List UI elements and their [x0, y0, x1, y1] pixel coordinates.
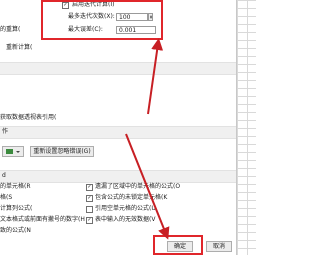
annotation-arrows — [125, 38, 170, 240]
arrow-down-to-ok — [125, 133, 170, 240]
arrow-up-to-iteration — [147, 38, 164, 115]
